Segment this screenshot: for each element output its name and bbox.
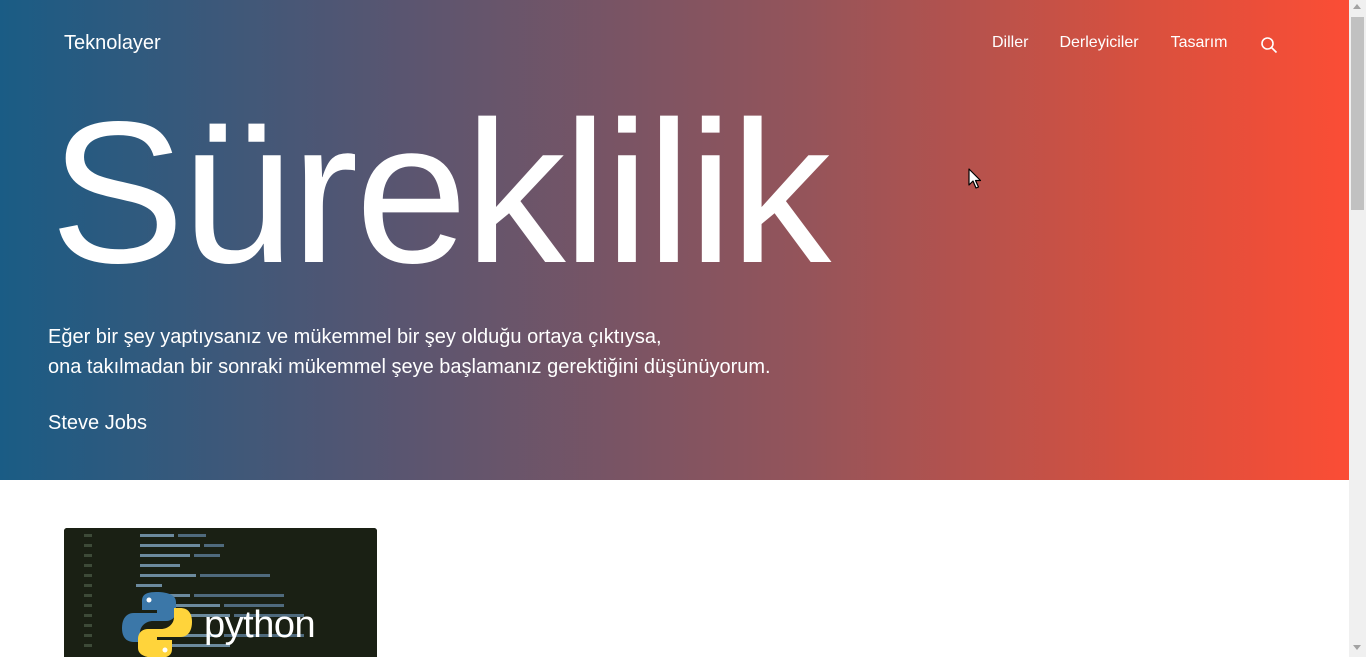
quote-line-1: Eğer bir şey yaptıysanız ve mükemmel bir… (48, 326, 662, 348)
main-nav: Diller Derleyiciler Tasarım (992, 34, 1259, 52)
page-scrollbar[interactable] (1349, 0, 1366, 657)
search-icon[interactable] (1260, 36, 1278, 54)
hero-headline: Süreklilik (50, 79, 831, 305)
post-card-image[interactable]: python (64, 528, 377, 657)
python-label: python (204, 604, 316, 646)
nav-link-derleyiciler[interactable]: Derleyiciler (1059, 34, 1138, 52)
scroll-down-arrow-icon[interactable] (1353, 645, 1361, 650)
quote-line-2: ona takılmadan bir sonraki mükemmel şeye… (48, 356, 771, 378)
mouse-cursor-icon (968, 168, 982, 189)
hero-quote: Eğer bir şey yaptıysanız ve mükemmel bir… (48, 322, 771, 382)
hero-banner: Teknolayer Diller Derleyiciler Tasarım S… (0, 0, 1349, 480)
site-brand-link[interactable]: Teknolayer (64, 32, 161, 55)
scrollbar-thumb[interactable] (1351, 17, 1364, 210)
python-logo-icon (122, 592, 192, 657)
nav-link-tasarim[interactable]: Tasarım (1171, 34, 1228, 52)
nav-link-diller[interactable]: Diller (992, 34, 1028, 52)
scroll-up-arrow-icon[interactable] (1353, 4, 1361, 9)
quote-author: Steve Jobs (48, 412, 147, 434)
